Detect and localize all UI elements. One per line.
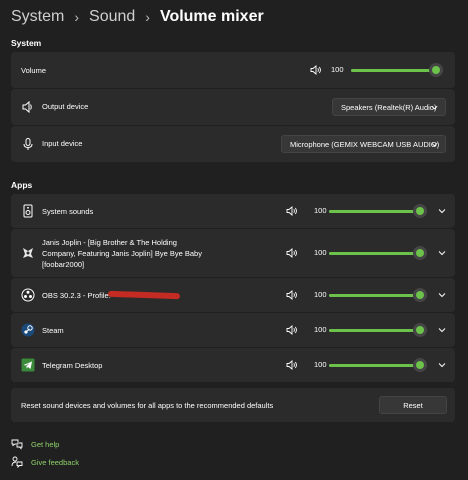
breadcrumb-system[interactable]: System: [11, 8, 64, 26]
chevron-right-icon: ›: [145, 9, 150, 25]
chevron-down-icon: [431, 142, 438, 147]
app-volume-slider[interactable]: [329, 358, 427, 372]
app-volume-slider[interactable]: [329, 288, 427, 302]
app-volume-slider[interactable]: [329, 246, 427, 260]
get-help-label: Get help: [31, 439, 60, 449]
breadcrumb: System › Sound › Volume mixer: [11, 8, 264, 26]
foobar-icon: [23, 248, 33, 258]
speaker-icon[interactable]: [310, 65, 322, 75]
chevron-down-icon[interactable]: [437, 290, 447, 300]
app-volume-value: 100: [314, 290, 327, 299]
page-title: Volume mixer: [159, 8, 264, 25]
app-row-steam: Steam 100: [11, 313, 455, 347]
slider-thumb[interactable]: [413, 288, 427, 302]
slider-thumb[interactable]: [429, 63, 443, 77]
slider-thumb[interactable]: [413, 323, 427, 337]
chevron-down-icon[interactable]: [437, 206, 447, 216]
input-device-label: Input device: [42, 139, 83, 148]
reset-description: Reset sound devices and volumes for all …: [21, 401, 274, 410]
master-volume-row: Volume 100: [11, 52, 455, 88]
output-device-dropdown[interactable]: Speakers (Realtek(R) Audio): [332, 98, 446, 116]
system-sounds-icon: [23, 204, 33, 218]
output-device-row: Output device Speakers (Realtek(R) Audio…: [11, 89, 455, 125]
steam-icon: [21, 323, 35, 337]
obs-icon: [21, 288, 35, 302]
app-row-foobar: Janis Joplin - [Big Brother & The Holdin…: [11, 229, 455, 277]
reset-button[interactable]: Reset: [379, 396, 447, 414]
chevron-down-icon: [431, 105, 438, 110]
section-title-system: System: [11, 38, 42, 48]
input-device-row: Input device Microphone (GEMIX WEBCAM US…: [11, 126, 455, 162]
output-device-value: Speakers (Realtek(R) Audio): [341, 102, 437, 112]
microphone-icon: [23, 138, 33, 150]
speaker-icon[interactable]: [286, 206, 298, 216]
speaker-icon[interactable]: [286, 290, 298, 300]
feedback-icon: [11, 456, 23, 468]
app-name: System sounds: [42, 207, 94, 216]
chevron-down-icon[interactable]: [437, 248, 447, 258]
get-help-link[interactable]: Get help: [11, 438, 59, 450]
speaker-icon[interactable]: [286, 248, 298, 258]
app-volume-slider[interactable]: [329, 323, 427, 337]
output-device-label: Output device: [42, 102, 89, 111]
input-device-dropdown[interactable]: Microphone (GEMIX WEBCAM USB AUDIO): [281, 135, 446, 153]
help-icon: [11, 439, 23, 450]
slider-thumb[interactable]: [413, 358, 427, 372]
app-row-system-sounds: System sounds 100: [11, 194, 455, 228]
volume-label: Volume: [21, 66, 47, 75]
chevron-down-icon[interactable]: [437, 360, 447, 370]
app-row-obs: OBS 30.2.3 - Profile: 100: [11, 278, 455, 312]
app-name: Telegram Desktop: [42, 361, 103, 370]
chevron-right-icon: ›: [74, 9, 80, 25]
app-row-telegram: Telegram Desktop 100: [11, 348, 455, 382]
speaker-icon[interactable]: [286, 325, 298, 335]
app-volume-value: 100: [314, 325, 327, 334]
master-volume-slider[interactable]: [351, 63, 443, 77]
app-name: Steam: [42, 326, 64, 335]
slider-thumb[interactable]: [413, 246, 427, 260]
app-volume-slider[interactable]: [329, 204, 427, 218]
volume-value: 100: [331, 65, 344, 74]
slider-thumb[interactable]: [413, 204, 427, 218]
give-feedback-link[interactable]: Give feedback: [11, 456, 79, 468]
breadcrumb-sound[interactable]: Sound: [89, 8, 135, 26]
app-name: Janis Joplin - [Big Brother & The Holdin…: [42, 238, 202, 269]
speaker-icon[interactable]: [286, 360, 298, 370]
telegram-icon: [21, 358, 35, 372]
input-device-value: Microphone (GEMIX WEBCAM USB AUDIO): [290, 139, 440, 149]
app-volume-value: 100: [314, 248, 327, 257]
app-volume-value: 100: [314, 360, 327, 369]
reset-row: Reset sound devices and volumes for all …: [11, 388, 455, 422]
app-name: OBS 30.2.3 - Profile:: [42, 291, 111, 300]
chevron-down-icon[interactable]: [437, 325, 447, 335]
speaker-icon: [22, 100, 32, 114]
section-title-apps: Apps: [11, 180, 33, 190]
give-feedback-label: Give feedback: [31, 457, 79, 467]
app-volume-value: 100: [314, 206, 327, 215]
